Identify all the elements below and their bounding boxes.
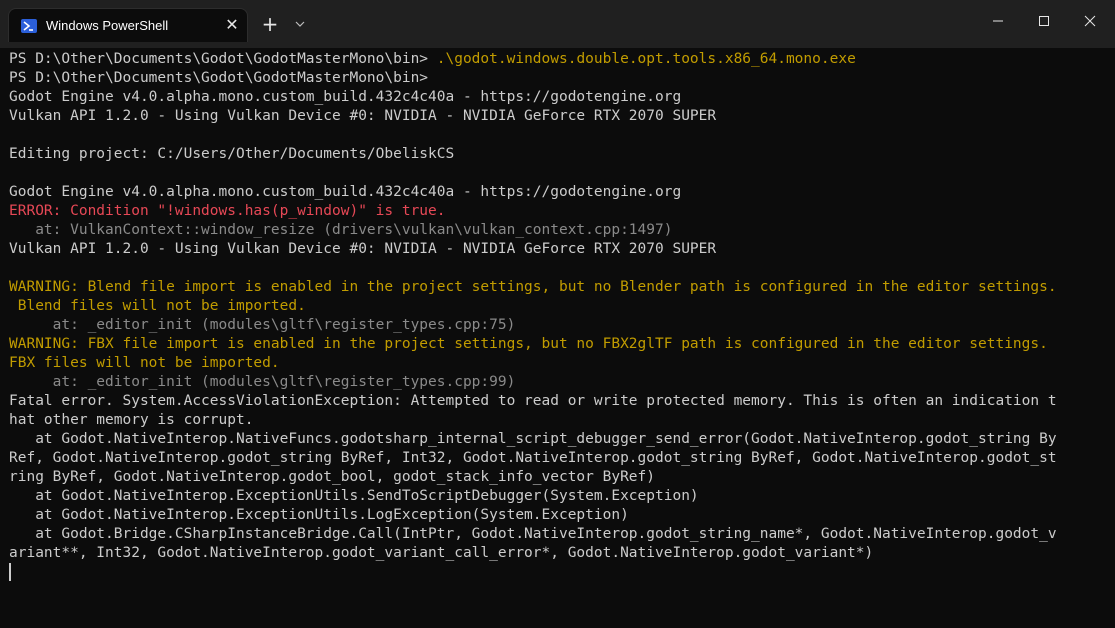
- terminal-line: Godot Engine v4.0.alpha.mono.custom_buil…: [9, 183, 1109, 202]
- terminal-text: at: VulkanContext::window_resize (driver…: [9, 222, 673, 238]
- terminal-text: Ref, Godot.NativeInterop.godot_string By…: [9, 450, 1057, 466]
- new-tab-button[interactable]: +: [259, 13, 281, 35]
- terminal-line: WARNING: FBX file import is enabled in t…: [9, 335, 1109, 354]
- chevron-down-icon[interactable]: [290, 14, 310, 34]
- terminal-text: Blend files will not be imported.: [9, 298, 306, 314]
- terminal-line: ariant**, Int32, Godot.NativeInterop.god…: [9, 544, 1109, 563]
- terminal-text: Condition "!windows.has(p_window)" is tr…: [70, 203, 446, 219]
- terminal-line: at Godot.NativeInterop.ExceptionUtils.Se…: [9, 487, 1109, 506]
- terminal-text: Vulkan API 1.2.0 - Using Vulkan Device #…: [9, 241, 717, 257]
- tab-close-icon[interactable]: ✕: [222, 15, 242, 35]
- terminal-line: ERROR: Condition "!windows.has(p_window)…: [9, 202, 1109, 221]
- minimize-button[interactable]: [975, 0, 1021, 40]
- terminal-line: at: _editor_init (modules\gltf\register_…: [9, 373, 1109, 392]
- tab-windows-powershell[interactable]: Windows PowerShell ✕: [8, 8, 248, 42]
- terminal-line: Vulkan API 1.2.0 - Using Vulkan Device #…: [9, 240, 1109, 259]
- terminal-line: hat other memory is corrupt.: [9, 411, 1109, 430]
- terminal-line: Fatal error. System.AccessViolationExcep…: [9, 392, 1109, 411]
- title-bar: Windows PowerShell ✕ +: [0, 0, 1115, 48]
- terminal-text: hat other memory is corrupt.: [9, 412, 254, 428]
- tab-title: Windows PowerShell: [46, 18, 169, 33]
- terminal-text: ERROR:: [9, 203, 71, 219]
- terminal-line: WARNING: Blend file import is enabled in…: [9, 278, 1109, 297]
- terminal-text: at Godot.NativeInterop.NativeFuncs.godot…: [9, 431, 1057, 447]
- terminal-line: at Godot.NativeInterop.ExceptionUtils.Lo…: [9, 506, 1109, 525]
- terminal-text: PS D:\Other\Documents\Godot\GodotMasterM…: [9, 51, 437, 67]
- terminal-text: WARNING: Blend file import is enabled in…: [9, 279, 1057, 295]
- terminal-line: Vulkan API 1.2.0 - Using Vulkan Device #…: [9, 107, 1109, 126]
- terminal-text: Fatal error. System.AccessViolationExcep…: [9, 393, 1057, 409]
- terminal-text: .\godot.windows.double.opt.tools.x86_64.…: [436, 51, 856, 67]
- terminal-text: at Godot.Bridge.CSharpInstanceBridge.Cal…: [9, 526, 1057, 542]
- terminal-line: Editing project: C:/Users/Other/Document…: [9, 145, 1109, 164]
- powershell-icon: [21, 19, 37, 33]
- terminal-line: PS D:\Other\Documents\Godot\GodotMasterM…: [9, 50, 1109, 69]
- terminal-prompt-line[interactable]: [9, 563, 1109, 582]
- terminal-text: Editing project: C:/Users/Other/Document…: [9, 146, 455, 162]
- maximize-icon: [1039, 16, 1049, 26]
- terminal-text: Vulkan API 1.2.0 - Using Vulkan Device #…: [9, 108, 717, 124]
- terminal-text: at: _editor_init (modules\gltf\register_…: [9, 374, 516, 390]
- terminal-output[interactable]: PS D:\Other\Documents\Godot\GodotMasterM…: [9, 50, 1109, 620]
- terminal-text: at Godot.NativeInterop.ExceptionUtils.Lo…: [9, 507, 629, 523]
- minimize-icon: [993, 20, 1003, 22]
- terminal-line: ring ByRef, Godot.NativeInterop.godot_bo…: [9, 468, 1109, 487]
- terminal-text: ring ByRef, Godot.NativeInterop.godot_bo…: [9, 469, 656, 485]
- terminal-line: FBX files will not be imported.: [9, 354, 1109, 373]
- terminal-text: WARNING: FBX file import is enabled in t…: [9, 336, 1048, 352]
- terminal-text: at Godot.NativeInterop.ExceptionUtils.Se…: [9, 488, 699, 504]
- terminal-text: ariant**, Int32, Godot.NativeInterop.god…: [9, 545, 874, 561]
- terminal-line: Godot Engine v4.0.alpha.mono.custom_buil…: [9, 88, 1109, 107]
- terminal-text: Godot Engine v4.0.alpha.mono.custom_buil…: [9, 184, 682, 200]
- terminal-text: at: _editor_init (modules\gltf\register_…: [9, 317, 516, 333]
- terminal-line: at Godot.Bridge.CSharpInstanceBridge.Cal…: [9, 525, 1109, 544]
- terminal-line: at Godot.NativeInterop.NativeFuncs.godot…: [9, 430, 1109, 449]
- terminal-line: at: _editor_init (modules\gltf\register_…: [9, 316, 1109, 335]
- terminal-line: at: VulkanContext::window_resize (driver…: [9, 221, 1109, 240]
- terminal-text: Godot Engine v4.0.alpha.mono.custom_buil…: [9, 89, 682, 105]
- terminal-line: Ref, Godot.NativeInterop.godot_string By…: [9, 449, 1109, 468]
- maximize-button[interactable]: [1021, 0, 1067, 40]
- close-button[interactable]: [1067, 0, 1113, 40]
- text-cursor: [9, 563, 11, 581]
- terminal-text: PS D:\Other\Documents\Godot\GodotMasterM…: [9, 70, 429, 86]
- terminal-text: FBX files will not be imported.: [9, 355, 280, 371]
- terminal-line: Blend files will not be imported.: [9, 297, 1109, 316]
- terminal-line: PS D:\Other\Documents\Godot\GodotMasterM…: [9, 69, 1109, 88]
- close-icon: [1084, 15, 1096, 27]
